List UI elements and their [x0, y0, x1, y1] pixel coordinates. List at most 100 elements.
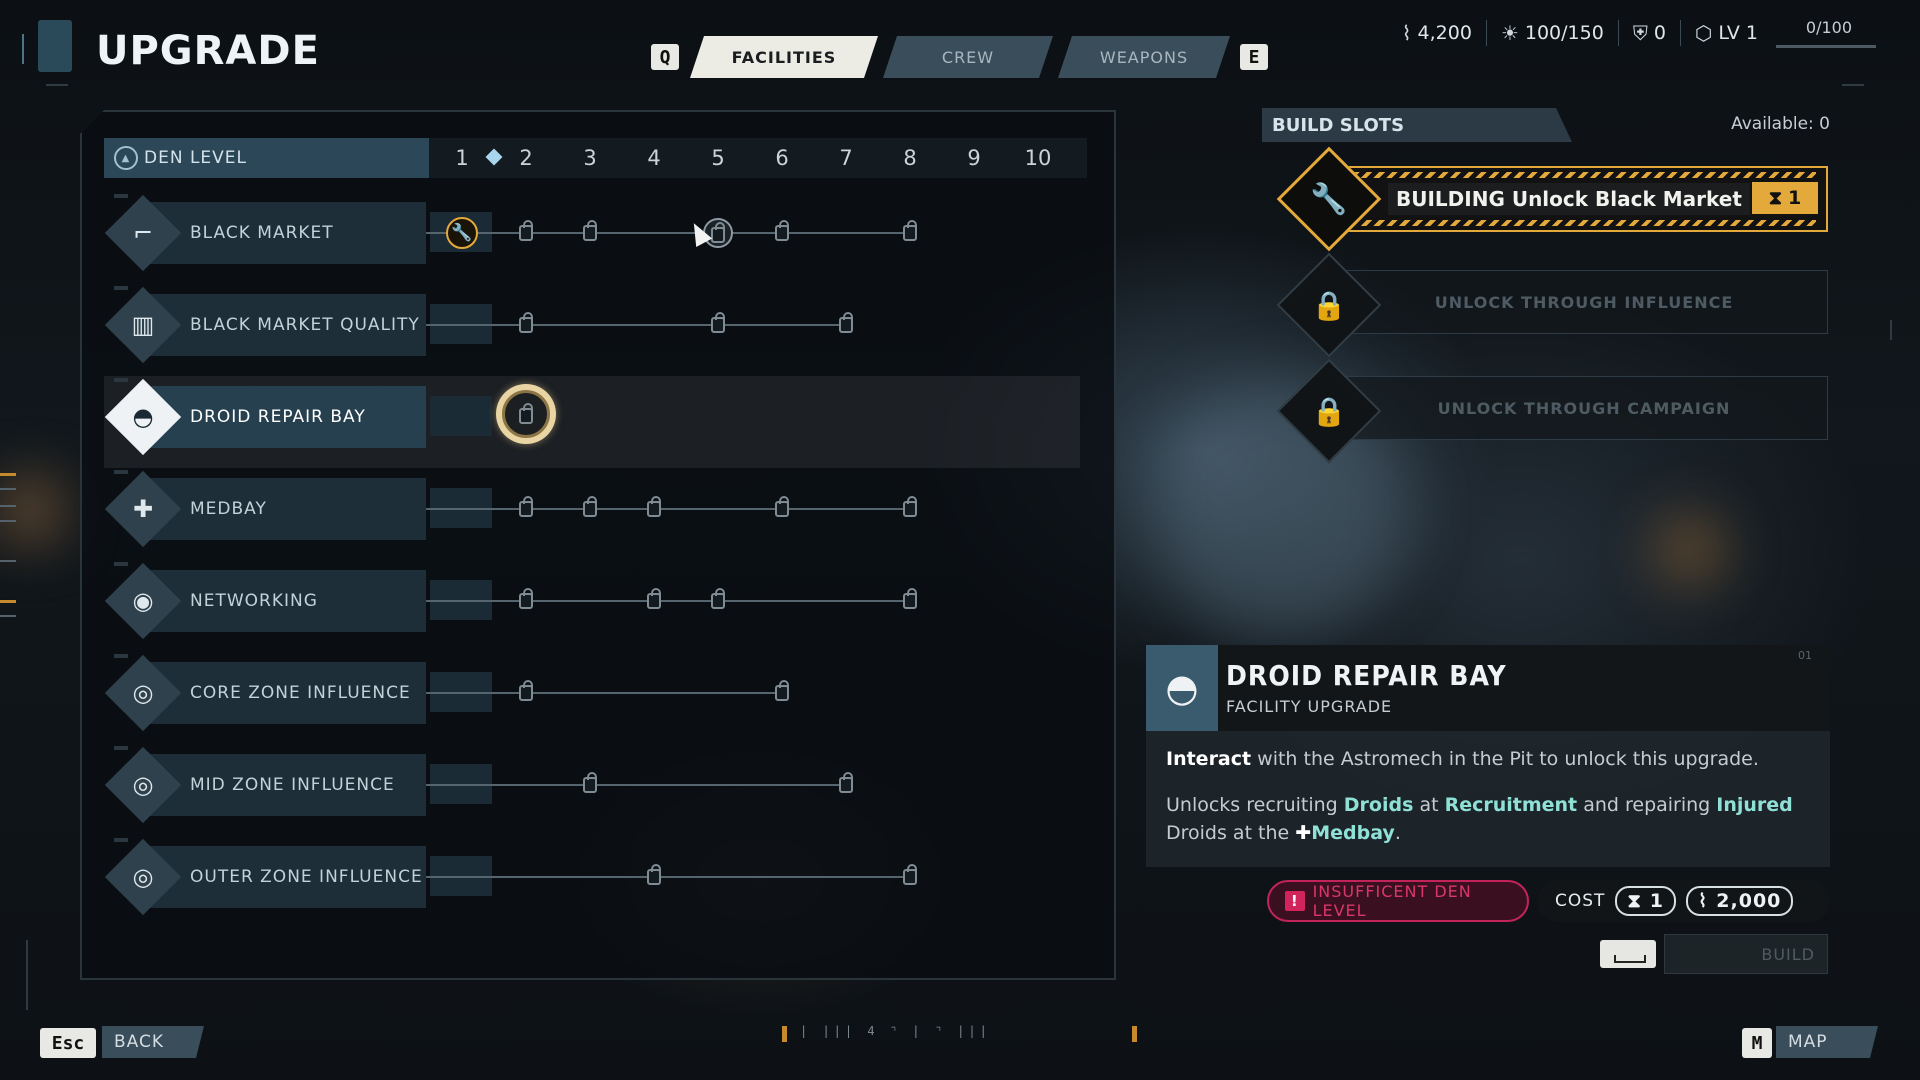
lock-icon[interactable] — [711, 312, 725, 333]
lock-icon[interactable] — [647, 864, 661, 885]
lock-icon[interactable] — [519, 680, 533, 701]
facility-row[interactable]: BLACK MARKET QUALITY ▥ — [104, 286, 1080, 366]
card-line-1: Interact with the Astromech in the Pit t… — [1166, 745, 1806, 773]
lock-icon[interactable] — [711, 588, 725, 609]
upgrade-track — [426, 784, 846, 786]
row-divider — [114, 654, 128, 658]
lock-icon[interactable] — [519, 312, 533, 333]
upgrade-track — [426, 324, 846, 326]
lock-icon[interactable] — [903, 220, 917, 241]
warning-icon: ! — [1285, 891, 1305, 911]
lock-icon — [711, 222, 725, 243]
level-1-cell — [430, 396, 492, 436]
lock-icon[interactable] — [839, 312, 853, 333]
lock-icon[interactable] — [903, 864, 917, 885]
sun-icon: ☀ — [1500, 21, 1519, 45]
lock-icon[interactable] — [647, 496, 661, 517]
credits-icon: ⌇ — [1401, 21, 1412, 45]
page-title: UPGRADE — [96, 28, 320, 74]
line2-text: and repairing — [1577, 794, 1717, 816]
lock-icon[interactable] — [519, 496, 533, 517]
upgrade-track — [426, 508, 910, 510]
upgrade-track — [426, 692, 782, 694]
map-button[interactable]: MAP — [1776, 1026, 1878, 1058]
injured-keyword: Injured — [1716, 794, 1793, 816]
lock-glyph — [519, 403, 533, 424]
row-divider — [114, 194, 128, 198]
lock-icon[interactable] — [903, 588, 917, 609]
hourglass-icon: ⧗ — [1768, 187, 1783, 209]
den-level-label: DEN LEVEL — [144, 148, 248, 168]
side-marker — [0, 505, 16, 507]
ticker-text: | ||| 4 ⌝ | ⌝ ||| — [800, 1024, 991, 1038]
facility-row[interactable]: DROID REPAIR BAY ◓ — [104, 376, 1080, 468]
lock-icon[interactable] — [775, 220, 789, 241]
credits-stat: ⌇ 4,200 — [1388, 20, 1487, 46]
lock-icon[interactable] — [775, 496, 789, 517]
lock-icon[interactable] — [583, 496, 597, 517]
den-level-number: 2 — [519, 146, 533, 170]
map-key[interactable]: M — [1742, 1028, 1772, 1058]
lock-icon[interactable] — [839, 772, 853, 793]
logo-decoration — [22, 34, 32, 64]
facility-row[interactable]: BLACK MARKET ⌐ 🔧 — [104, 194, 1080, 274]
tokens-value: 0 — [1653, 22, 1666, 44]
frame-line — [1890, 320, 1892, 340]
build-slots-available: Available: 0 — [1731, 114, 1830, 134]
upgrade-logo-icon — [38, 20, 72, 72]
tab-weapons[interactable]: WEAPONS — [1058, 36, 1230, 78]
droid-icon: ◓ — [1146, 645, 1218, 731]
recruitment-keyword: Recruitment — [1444, 794, 1578, 816]
lock-icon[interactable] — [647, 588, 661, 609]
side-marker — [0, 560, 16, 562]
den-level-number: 1 — [455, 146, 469, 170]
prev-tab-key[interactable]: Q — [651, 44, 679, 70]
lock-icon[interactable] — [519, 220, 533, 241]
insufficient-level-badge: ! INSUFFICENT DEN LEVEL — [1267, 880, 1529, 922]
side-marker — [0, 473, 16, 476]
credits-value: 4,200 — [1417, 22, 1472, 44]
cost-bar: COST ⧗ 1 ⌇ 2,000 — [1537, 880, 1830, 922]
den-level-number: 8 — [903, 146, 917, 170]
build-slot-active[interactable]: BUILDING Unlock Black Market ⧗ 1 — [1340, 166, 1828, 232]
side-marker — [0, 488, 16, 490]
lock-icon[interactable] — [775, 680, 789, 701]
facility-row[interactable]: OUTER ZONE INFLUENCE ◎ — [104, 838, 1080, 918]
lock-icon[interactable] — [903, 496, 917, 517]
tab-crew[interactable]: CREW — [883, 36, 1053, 78]
row-divider — [114, 562, 128, 566]
line3-text: . — [1394, 822, 1401, 844]
facility-name: BLACK MARKET QUALITY — [150, 294, 426, 356]
back-button[interactable]: BACK — [102, 1026, 204, 1058]
tab-facilities[interactable]: FACILITIES — [690, 36, 878, 78]
esc-key[interactable]: Esc — [40, 1028, 96, 1058]
facility-name: OUTER ZONE INFLUENCE — [150, 846, 426, 908]
building-wrench-node[interactable]: 🔧 — [446, 217, 478, 249]
side-marker — [0, 520, 16, 522]
facility-row[interactable]: NETWORKING ◉ — [104, 562, 1080, 642]
background-glow — [1660, 520, 1720, 580]
selected-lock-node[interactable] — [496, 384, 556, 444]
facility-row[interactable]: CORE ZONE INFLUENCE ◎ — [104, 654, 1080, 734]
card-header: ◓ DROID REPAIR BAY FACILITY UPGRADE 01 — [1146, 645, 1830, 731]
progress-hatch — [1354, 220, 1816, 226]
lock-icon: 🔒 — [1311, 288, 1347, 322]
lock-icon[interactable] — [583, 220, 597, 241]
cost-time-value: 1 — [1649, 890, 1665, 912]
facility-row[interactable]: MEDBAY ✚ — [104, 470, 1080, 550]
xp-progress: 0/100 — [1776, 18, 1876, 48]
card-line-3: Droids at the ✚Medbay. — [1166, 819, 1806, 847]
row-divider — [114, 838, 128, 842]
lock-icon[interactable] — [519, 588, 533, 609]
facility-row[interactable]: MID ZONE INFLUENCE ◎ — [104, 746, 1080, 826]
next-tab-key[interactable]: E — [1240, 44, 1268, 70]
line1-text: with the Astromech in the Pit to unlock … — [1251, 748, 1759, 770]
build-slot-locked: UNLOCK THROUGH CAMPAIGN — [1340, 376, 1828, 440]
cost-time-chip: ⧗ 1 — [1615, 886, 1677, 916]
spacebar-key-icon — [1600, 940, 1656, 968]
lock-icon[interactable] — [583, 772, 597, 793]
build-button[interactable]: BUILD — [1664, 934, 1828, 974]
level-badge-icon: ⬡ — [1694, 21, 1713, 45]
row-divider — [114, 470, 128, 474]
